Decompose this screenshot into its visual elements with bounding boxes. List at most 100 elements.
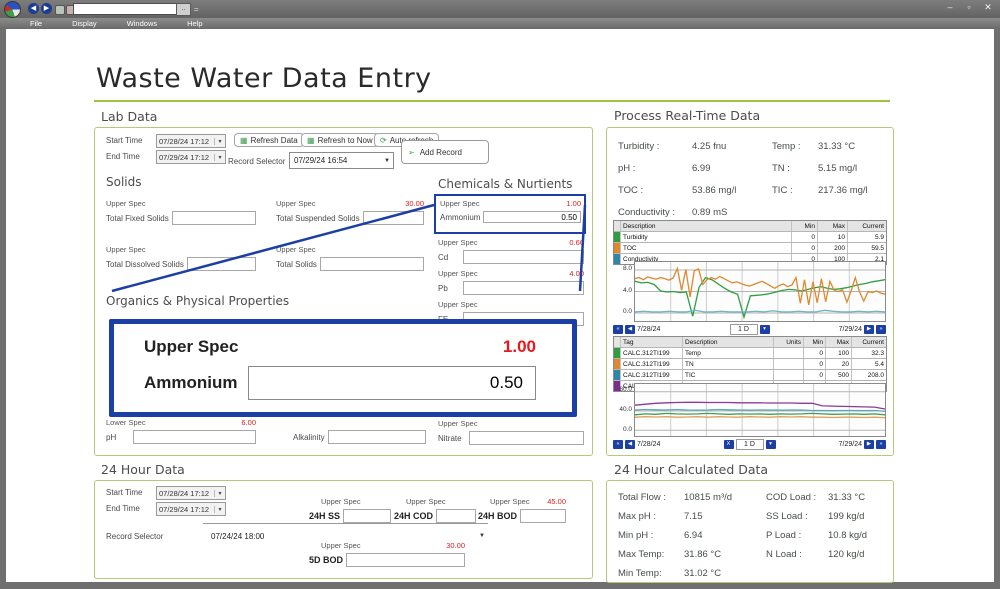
start-time-label: Start Time: [106, 488, 142, 497]
chevron-down-icon: ▼: [381, 158, 393, 164]
ph-input[interactable]: [133, 430, 256, 444]
field-label: pH: [106, 433, 130, 442]
field-group-pb: Upper Spec4.00 Pb: [438, 268, 584, 295]
menu-file[interactable]: File: [30, 19, 42, 28]
scroll-left-button[interactable]: ◀: [625, 440, 635, 449]
total-suspended-solids-input[interactable]: [363, 211, 424, 225]
menu-help[interactable]: Help: [187, 19, 202, 28]
total-fixed-solids-input[interactable]: [172, 211, 256, 225]
close-trend-button[interactable]: X: [724, 440, 734, 449]
trend-chart-bottom: 80.0 40.0 0.0: [613, 383, 886, 437]
range-start-date: 7/28/24: [637, 326, 660, 333]
range-dropdown-button[interactable]: ▾: [766, 440, 776, 449]
maximize-button[interactable]: ▫: [961, 2, 977, 12]
chevron-down-icon[interactable]: ▾: [214, 490, 225, 497]
value-label: Total Flow :: [618, 492, 684, 503]
address-input[interactable]: [73, 3, 177, 15]
chevron-down-icon[interactable]: ▾: [214, 154, 225, 161]
minimize-button[interactable]: –: [942, 2, 958, 12]
range-dropdown-button[interactable]: ▾: [760, 325, 770, 334]
value-text: 31.33 °C: [828, 492, 865, 503]
snapshot-icon[interactable]: [55, 5, 65, 15]
day-end-time-picker[interactable]: 07/29/24 17:12▾: [156, 502, 226, 516]
upper-spec-label: Upper Spec: [440, 199, 480, 208]
value-text: 10815 m³/d: [684, 492, 732, 503]
trend-plot-area[interactable]: [634, 261, 886, 322]
scroll-left-button[interactable]: ◀: [625, 325, 635, 334]
chevron-down-icon[interactable]: ▾: [214, 506, 225, 513]
value-text: 53.86 mg/l: [692, 185, 736, 196]
lower-spec-value: 6.00: [241, 418, 256, 427]
table-row[interactable]: CALC.312TI199TN0205.4: [614, 359, 886, 370]
table-row[interactable]: CALC.312TI199TIC0500208.0: [614, 370, 886, 381]
value-label: Max pH :: [618, 511, 684, 522]
value-label: Conductivity :: [618, 207, 692, 218]
24h-cod-input[interactable]: [436, 509, 476, 523]
total-dissolved-solids-input[interactable]: [187, 257, 256, 271]
scroll-right-button[interactable]: ▶: [864, 440, 874, 449]
lab-end-time-picker[interactable]: 07/29/24 17:12▾: [156, 150, 226, 164]
lab-start-time-picker[interactable]: 07/28/24 17:12▾: [156, 134, 226, 148]
refresh-data-button[interactable]: ▦Refresh Data: [234, 133, 304, 147]
ammonium-input[interactable]: [483, 211, 581, 223]
scroll-far-right-button[interactable]: »: [876, 325, 886, 334]
upper-spec-label: Upper Spec: [106, 199, 146, 208]
table-row[interactable]: CALC.312TI199Temp010032.3: [614, 348, 886, 359]
field-label: Cd: [438, 253, 460, 262]
y-tick-label: 80.0: [613, 386, 632, 393]
forward-button[interactable]: ▶: [41, 3, 52, 14]
value-text: 7.15: [684, 511, 703, 522]
upper-spec-value: 45.00: [547, 497, 566, 506]
table-row[interactable]: Turbidity0105.9: [614, 232, 886, 243]
field-label: Total Dissolved Solids: [106, 260, 184, 269]
scroll-far-right-button[interactable]: »: [876, 440, 886, 449]
trend-plot-area[interactable]: [634, 383, 886, 437]
lab-record-selector-dropdown[interactable]: 07/29/24 16:54▼: [289, 152, 394, 169]
options-icon[interactable]: =: [194, 5, 199, 14]
upper-spec-value: 0.60: [569, 238, 584, 247]
pb-input[interactable]: [463, 281, 584, 295]
range-selector[interactable]: 1 D: [730, 324, 758, 335]
value-text: 10.8 kg/d: [828, 530, 867, 541]
scroll-far-left-button[interactable]: «: [613, 325, 623, 334]
ammonium-zoom-callout: Upper Spec 1.00 Ammonium: [109, 319, 577, 417]
col-header: Max: [818, 221, 848, 231]
upper-spec-value: 30.00: [405, 199, 424, 208]
nitrate-input[interactable]: [469, 431, 584, 445]
chemicals-heading: Chemicals & Nurtients: [438, 177, 572, 191]
alkalinity-input[interactable]: [328, 430, 426, 444]
trend-chart-top: 8.0 4.0 0.0: [613, 261, 886, 322]
field-group-total-suspended-solids: Upper Spec30.00 Total Suspended Solids: [276, 198, 424, 225]
browse-button[interactable]: ..: [176, 3, 191, 16]
menu-display[interactable]: Display: [72, 19, 97, 28]
field-group-24h-ss: Upper Spec 24H SS: [309, 496, 391, 523]
series-color-chip: [614, 348, 621, 358]
5d-bod-input[interactable]: [346, 553, 465, 567]
value-text: 6.99: [692, 163, 711, 174]
close-button[interactable]: ✕: [980, 2, 996, 13]
total-solids-input[interactable]: [320, 257, 424, 271]
field-group-24h-cod: Upper Spec 24H COD: [394, 496, 476, 523]
cd-input[interactable]: [463, 250, 584, 264]
day-start-time-picker[interactable]: 07/28/24 17:12▾: [156, 486, 226, 500]
range-selector[interactable]: 1 D: [736, 439, 764, 450]
lab-data-heading: Lab Data: [101, 109, 157, 124]
col-header: Current: [848, 221, 886, 231]
back-button[interactable]: ◀: [28, 3, 39, 14]
upper-spec-label: Upper Spec: [438, 269, 478, 278]
scroll-far-left-button[interactable]: «: [613, 440, 623, 449]
24h-ss-input[interactable]: [343, 509, 391, 523]
chevron-down-icon[interactable]: ▾: [214, 138, 225, 145]
refresh-icon: ▦: [307, 136, 315, 145]
refresh-to-now-button[interactable]: ▦Refresh to Now: [301, 133, 379, 147]
menu-windows[interactable]: Windows: [127, 19, 157, 28]
lower-spec-label: Lower Spec: [106, 418, 146, 427]
scroll-right-button[interactable]: ▶: [864, 325, 874, 334]
24h-bod-input[interactable]: [520, 509, 566, 523]
chip-col: [614, 337, 621, 347]
field-group-5d-bod: Upper Spec30.00 5D BOD: [309, 540, 465, 567]
table-row[interactable]: TOC020059.5: [614, 243, 886, 254]
titlebar: ◀ ▶ .. = – ▫ ✕: [0, 0, 1000, 18]
add-record-button[interactable]: ➢Add Record: [401, 140, 489, 164]
ammonium-zoom-input[interactable]: [248, 366, 537, 400]
